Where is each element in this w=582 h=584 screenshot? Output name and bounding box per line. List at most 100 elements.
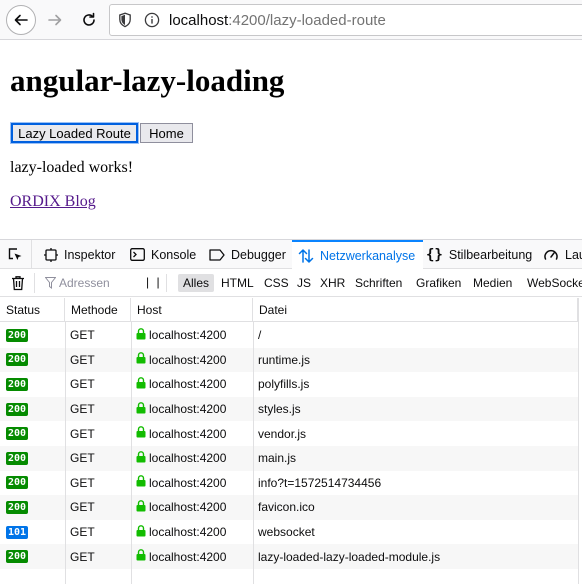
- host-text: localhost:4200: [149, 500, 227, 515]
- table-header: Status Methode Host Datei: [0, 298, 582, 322]
- tab-netzwerkanalyse-label: Netzwerkanalyse: [320, 248, 416, 263]
- column-datei[interactable]: Datei: [253, 298, 578, 322]
- method-cell: GET: [70, 451, 95, 466]
- method-cell: GET: [70, 402, 95, 417]
- table-row[interactable]: 101 GET localhost:4200 websocket: [0, 520, 582, 545]
- status-badge: 200: [6, 550, 29, 564]
- column-host[interactable]: Host: [131, 298, 253, 322]
- table-row[interactable]: 200 GET localhost:4200 /: [0, 323, 582, 348]
- filter-css[interactable]: CSS: [259, 274, 294, 292]
- status-badge: 200: [6, 500, 29, 514]
- file-cell: polyfills.js: [258, 377, 310, 392]
- table-row[interactable]: 200 GET localhost:4200 main.js: [0, 446, 582, 471]
- filter-divider: [166, 274, 167, 292]
- reload-button[interactable]: [74, 5, 104, 35]
- pause-button[interactable]: | |: [146, 275, 162, 289]
- lazy-loaded-message: lazy-loaded works!: [10, 159, 134, 176]
- table-row[interactable]: 200 GET localhost:4200 favicon.ico: [0, 495, 582, 520]
- console-icon: [130, 248, 145, 261]
- filter-xhr[interactable]: XHR: [315, 274, 350, 292]
- host-cell: localhost:4200: [136, 495, 226, 520]
- method-cell: GET: [70, 328, 95, 343]
- table-right-edge: [578, 298, 582, 584]
- info-icon[interactable]: [144, 12, 160, 32]
- status-cell: 200: [6, 446, 29, 471]
- table-row[interactable]: 200 GET localhost:4200 vendor.js: [0, 421, 582, 446]
- url-text[interactable]: localhost:4200/lazy-loaded-route: [169, 12, 386, 29]
- file-cell: runtime.js: [258, 352, 311, 367]
- status-cell: 200: [6, 397, 29, 422]
- column-methode[interactable]: Methode: [65, 298, 131, 322]
- tab-laufzeitanalyse[interactable]: Lau: [543, 240, 582, 269]
- column-divider: [65, 322, 66, 584]
- filter-media[interactable]: Medien: [468, 274, 517, 292]
- filter-fonts[interactable]: Schriften: [350, 274, 407, 292]
- file-cell: styles.js: [258, 402, 301, 417]
- method-cell: GET: [70, 500, 95, 515]
- page-title: angular-lazy-loading: [10, 63, 285, 98]
- tab-netzwerkanalyse[interactable]: Netzwerkanalyse: [292, 240, 424, 269]
- column-divider: [131, 322, 132, 584]
- tab-stilbearbeitung-label: Stilbearbeitung: [448, 247, 533, 262]
- lock-icon: [136, 426, 146, 441]
- browser-toolbar: localhost:4200/lazy-loaded-route: [0, 0, 582, 40]
- host-text: localhost:4200: [149, 525, 227, 540]
- host-cell: localhost:4200: [136, 372, 226, 397]
- status-badge: 200: [6, 353, 29, 367]
- host-cell: localhost:4200: [136, 446, 226, 471]
- filter-websocket[interactable]: WebSocke: [522, 274, 582, 292]
- forward-button[interactable]: [40, 5, 70, 35]
- devtools-tabbar: Inspektor Konsole Debugger Netzwerkanaly…: [0, 240, 582, 269]
- host-text: localhost:4200: [149, 377, 227, 392]
- tab-debugger[interactable]: Debugger: [209, 240, 286, 269]
- status-cell: 101: [6, 520, 29, 545]
- ordix-blog-link[interactable]: ORDIX Blog: [10, 193, 96, 211]
- shield-icon[interactable]: [118, 12, 132, 32]
- lock-icon: [136, 450, 146, 466]
- filter-js[interactable]: JS: [292, 274, 316, 292]
- lock-icon: [136, 352, 146, 367]
- file-cell: info?t=1572514734456: [258, 475, 382, 490]
- clear-requests-button[interactable]: [11, 275, 25, 295]
- table-row[interactable]: 200 GET localhost:4200 info?t=1572514734456: [0, 471, 582, 496]
- table-row[interactable]: 200 GET localhost:4200 lazy-loaded-lazy-loa…: [0, 544, 582, 569]
- status-cell: 200: [6, 421, 29, 446]
- table-row[interactable]: 200 GET localhost:4200 runtime.js: [0, 347, 582, 373]
- element-picker-button[interactable]: [4, 240, 32, 269]
- status-badge: 200: [6, 451, 29, 465]
- reload-icon: [83, 12, 95, 26]
- filter-html[interactable]: HTML: [216, 274, 259, 292]
- table-row[interactable]: 200 GET localhost:4200 polyfills.js: [0, 372, 582, 397]
- table-row[interactable]: 200 GET localhost:4200 styles.js: [0, 396, 582, 422]
- status-badge: 200: [6, 377, 29, 391]
- host-text: localhost:4200: [149, 328, 227, 343]
- inspector-icon: [44, 247, 58, 262]
- url-filter-input[interactable]: Adressen: [34, 273, 134, 293]
- trash-icon: [12, 276, 24, 291]
- lock-icon: [136, 377, 146, 392]
- tab-konsole[interactable]: Konsole: [130, 240, 196, 269]
- column-status[interactable]: Status: [0, 298, 65, 322]
- lock-icon: [136, 549, 146, 564]
- home-button[interactable]: Home: [140, 123, 193, 143]
- host-cell: localhost:4200: [136, 471, 226, 496]
- host-cell: localhost:4200: [136, 520, 226, 545]
- back-button[interactable]: [6, 5, 36, 35]
- filter-icon: [45, 277, 56, 289]
- file-cell: main.js: [258, 451, 297, 466]
- host-cell: localhost:4200: [136, 323, 226, 348]
- filter-all[interactable]: Alles: [178, 274, 215, 292]
- status-cell: 200: [6, 323, 29, 348]
- lock-icon: [136, 401, 146, 417]
- file-cell: websocket: [258, 525, 315, 540]
- tab-inspektor[interactable]: Inspektor: [44, 240, 115, 269]
- url-bar[interactable]: localhost:4200/lazy-loaded-route: [109, 4, 582, 36]
- tab-debugger-label: Debugger: [231, 247, 286, 262]
- file-cell: lazy-loaded-lazy-loaded-module.js: [258, 549, 441, 564]
- lock-icon: [136, 524, 146, 540]
- filter-placeholder: Adressen: [59, 276, 110, 290]
- filter-images[interactable]: Grafiken: [411, 274, 466, 292]
- lock-icon: [136, 475, 146, 490]
- lazy-loaded-route-button[interactable]: Lazy Loaded Route: [10, 122, 139, 144]
- tab-stilbearbeitung[interactable]: {} Stilbearbeitung: [426, 240, 532, 269]
